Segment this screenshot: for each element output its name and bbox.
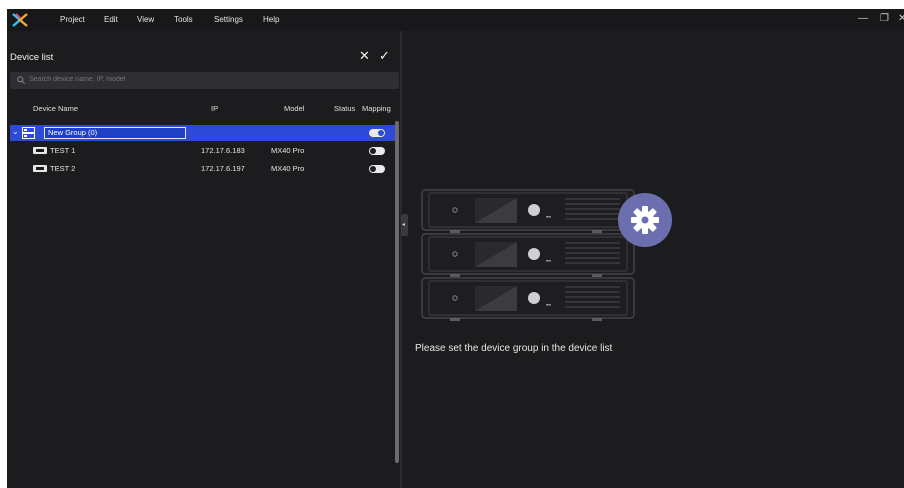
panel-title: Device list — [10, 52, 54, 63]
device-icon — [33, 147, 47, 154]
chevron-down-icon[interactable]: ⌄ — [12, 127, 19, 136]
device-ip: 172.17.6.183 — [201, 146, 245, 155]
column-header-model[interactable]: Model — [284, 104, 304, 113]
confirm-button[interactable]: ✓ — [379, 48, 390, 64]
search-box[interactable] — [10, 72, 399, 89]
column-header-device-name[interactable]: Device Name — [33, 104, 78, 113]
device-name: TEST 1 — [50, 146, 76, 155]
device-model: MX40 Pro — [271, 164, 305, 173]
chevron-left-icon: ◂ — [402, 222, 406, 228]
scrollbar[interactable] — [395, 121, 399, 463]
device-row[interactable]: TEST 2 172.17.6.197 MX40 Pro — [10, 161, 399, 177]
group-name-field[interactable]: New Group (0) — [44, 127, 186, 139]
menu-view[interactable]: View — [137, 15, 154, 24]
device-mapping-toggle[interactable] — [369, 165, 385, 173]
device-ip: 172.17.6.197 — [201, 164, 245, 173]
search-input[interactable] — [29, 76, 329, 83]
menu-project[interactable]: Project — [60, 15, 85, 24]
search-icon — [17, 76, 25, 84]
restore-button[interactable]: ❐ — [880, 13, 889, 24]
device-model: MX40 Pro — [271, 146, 305, 155]
device-icon — [33, 165, 47, 172]
menu-settings[interactable]: Settings — [214, 15, 243, 24]
app-logo-icon — [12, 13, 28, 27]
menu-edit[interactable]: Edit — [104, 15, 118, 24]
menu-tools[interactable]: Tools — [174, 15, 193, 24]
device-list-panel: Device list ✕ ✓ Device Name IP Model Sta… — [7, 31, 400, 488]
menu-bar: Project Edit View Tools Settings Help — … — [7, 9, 904, 31]
column-header-mapping[interactable]: Mapping — [362, 104, 391, 113]
column-header-ip[interactable]: IP — [211, 104, 218, 113]
device-name: TEST 2 — [50, 164, 76, 173]
group-mapping-toggle[interactable] — [369, 129, 385, 137]
empty-state-message: Please set the device group in the devic… — [415, 343, 613, 354]
minimize-button[interactable]: — — [858, 13, 868, 24]
device-group-icon — [22, 127, 35, 139]
cancel-button[interactable]: ✕ — [359, 48, 370, 64]
group-row[interactable]: ⌄ New Group (0) — [10, 125, 399, 141]
device-row[interactable]: TEST 1 172.17.6.183 MX40 Pro — [10, 143, 399, 159]
panel-divider[interactable] — [400, 31, 402, 488]
device-stack-with-gear-icon — [421, 189, 672, 321]
device-mapping-toggle[interactable] — [369, 147, 385, 155]
app-window: Project Edit View Tools Settings Help — … — [7, 9, 904, 488]
column-header-status[interactable]: Status — [334, 104, 355, 113]
collapse-panel-button[interactable]: ◂ — [401, 214, 408, 236]
menu-help[interactable]: Help — [263, 15, 279, 24]
close-window-button[interactable]: ✕ — [898, 13, 904, 24]
